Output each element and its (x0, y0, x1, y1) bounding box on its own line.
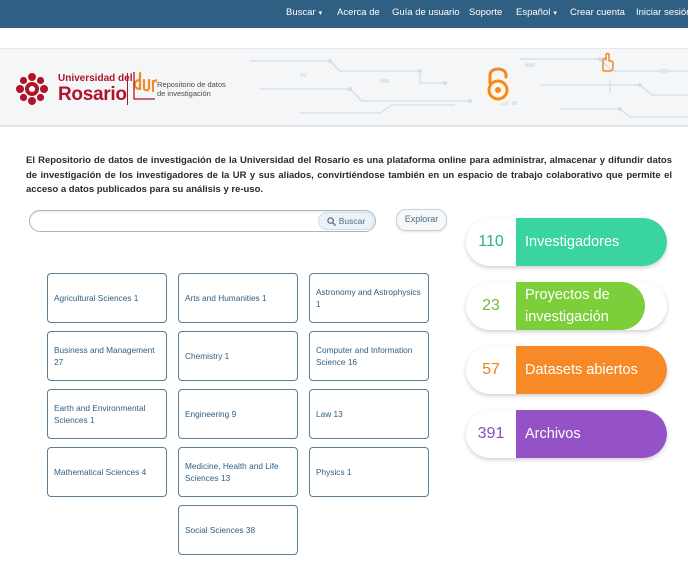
stat-researchers[interactable]: 110 Investigadores (466, 218, 667, 266)
university-name-line2: Rosario (58, 84, 127, 105)
category-card[interactable]: Astronomy and Astrophysics 1 (309, 273, 429, 323)
stat-count: 110 (466, 218, 516, 266)
category-card[interactable]: Business and Management 27 (47, 331, 167, 381)
category-card[interactable]: Social Sciences 38 (178, 505, 298, 555)
search-button[interactable]: Buscar (318, 212, 374, 230)
search-input[interactable] (38, 213, 312, 231)
header-banner: Universidad del Rosario Repositorio de d… (0, 48, 688, 127)
stat-open-datasets[interactable]: 57 Datasets abiertos (466, 346, 667, 394)
dur-logo (133, 71, 157, 100)
category-card[interactable]: Mathematical Sciences 4 (47, 447, 167, 497)
top-navbar: Buscar ▾ Acerca de Guía de usuario Soport… (0, 0, 688, 28)
stat-files[interactable]: 391 Archivos (466, 410, 667, 458)
stat-label: Proyectos de investigación (516, 282, 645, 330)
category-card[interactable]: Law 13 (309, 389, 429, 439)
pointer-hand-icon (602, 52, 614, 72)
category-label: Agricultural Sciences 1 (54, 293, 139, 303)
category-card[interactable]: Engineering 9 (178, 389, 298, 439)
stat-label: Datasets abiertos (516, 346, 667, 394)
university-crest-logo (16, 73, 48, 105)
nav-create-account[interactable]: Crear cuenta (570, 0, 625, 28)
search-button-label: Buscar (338, 216, 366, 226)
category-card[interactable]: Earth and Environmental Sciences 1 (47, 389, 167, 439)
stat-count: 57 (466, 346, 516, 394)
stat-count: 23 (466, 282, 516, 330)
category-card[interactable]: Medicine, Health and Life Sciences 13 (178, 447, 298, 497)
category-label: Social Sciences 38 (185, 525, 256, 535)
nav-about[interactable]: Acerca de (337, 0, 380, 28)
category-card[interactable]: Arts and Humanities 1 (178, 273, 298, 323)
university-name: Universidad del Rosario (58, 73, 132, 105)
stat-label: Archivos (516, 410, 667, 458)
nav-language-menu[interactable]: Español ▾ (516, 0, 557, 28)
category-label: Physics 1 (316, 467, 352, 477)
logo-divider (127, 73, 128, 105)
nav-search-menu[interactable]: Buscar ▾ (286, 0, 322, 28)
nav-login[interactable]: Iniciar sesión (636, 0, 688, 28)
category-label: Earth and Environmental Sciences 1 (54, 403, 146, 425)
category-card[interactable]: Physics 1 (309, 447, 429, 497)
stat-count: 391 (466, 410, 516, 458)
chevron-down-icon: ▾ (553, 10, 557, 17)
category-label: Engineering 9 (185, 409, 237, 419)
category-card[interactable]: Agricultural Sciences 1 (47, 273, 167, 323)
stat-projects[interactable]: 23 Proyectos de investigación (466, 282, 667, 330)
category-card[interactable]: Chemistry 1 (178, 331, 298, 381)
category-label: Mathematical Sciences 4 (54, 467, 147, 477)
stat-label-text: Proyectos de investigación (525, 287, 610, 325)
category-card[interactable]: Computer and Information Science 16 (309, 331, 429, 381)
intro-description: El Repositorio de datos de investigación… (26, 155, 672, 195)
repository-name-line2: de investigación (157, 89, 211, 98)
category-label: Chemistry 1 (185, 351, 230, 361)
category-label: Business and Management 27 (54, 345, 155, 367)
stat-label: Investigadores (516, 218, 667, 266)
category-label: Astronomy and Astrophysics 1 (316, 287, 421, 309)
explore-button[interactable]: Explorar (396, 209, 447, 231)
nav-user-guide[interactable]: Guía de usuario (392, 0, 460, 28)
open-access-icon (483, 67, 513, 104)
nav-support[interactable]: Soporte (469, 0, 502, 28)
search-box: Buscar (29, 210, 376, 232)
repository-name-line1: Repositorio de datos (157, 80, 226, 89)
category-label: Law 13 (316, 409, 343, 419)
chevron-down-icon: ▾ (318, 10, 323, 17)
category-label: Arts and Humanities 1 (185, 293, 267, 303)
category-label: Medicine, Health and Life Sciences 13 (185, 461, 279, 483)
search-icon (327, 217, 336, 227)
repository-name: Repositorio de datos de investigación (157, 80, 227, 98)
category-label: Computer and Information Science 16 (316, 345, 413, 367)
